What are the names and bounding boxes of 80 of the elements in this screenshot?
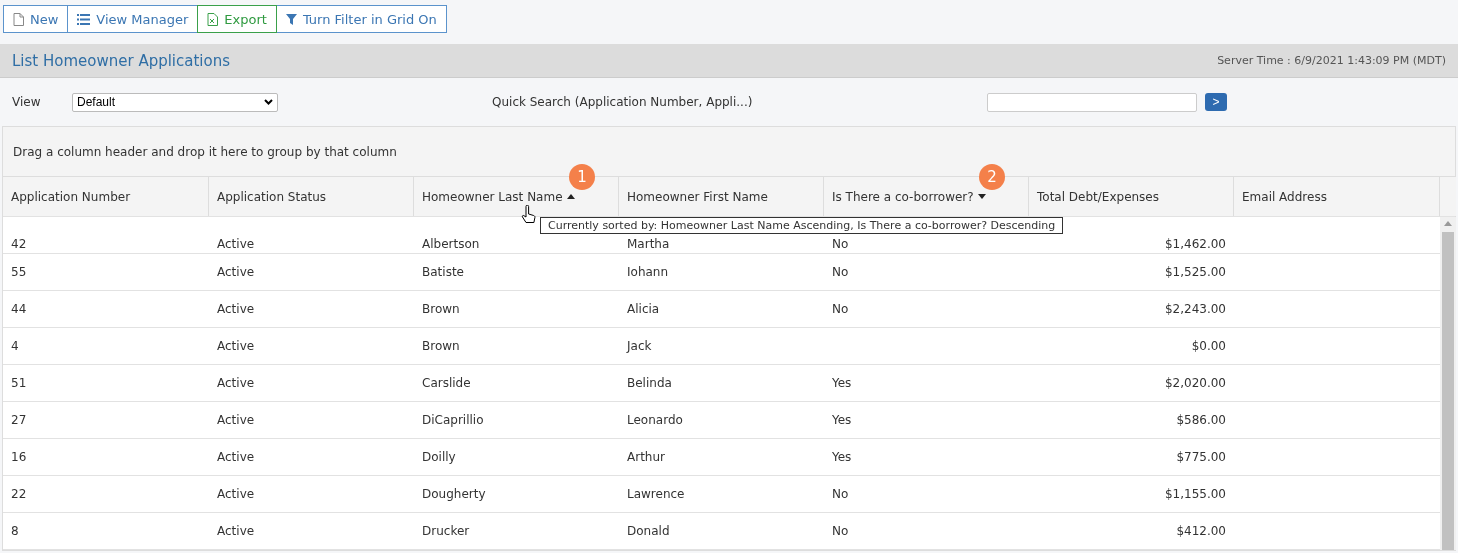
table-cell-text: Batiste [421, 264, 465, 281]
table-cell-text: Donald [626, 523, 671, 540]
table-cell-text: $1,462.00 [1163, 235, 1227, 253]
table-cell-text: 44 [10, 301, 28, 318]
list-icon [77, 13, 91, 25]
table-cell-text: $2,020.00 [1163, 375, 1227, 392]
column-header[interactable]: Application Status [209, 177, 414, 216]
table-cell-text: Active [216, 264, 256, 281]
toolbar-button[interactable]: Turn Filter in Grid On [275, 5, 447, 33]
sort-tooltip: Currently sorted by: Homeowner Last Name Ascending, Is There a co-borrower? Descending [540, 217, 1064, 234]
quick-search-field[interactable] [987, 92, 1197, 112]
table-cell-text: Active [216, 523, 256, 540]
table-cell-text: $775.00 [1175, 449, 1227, 466]
quick-search-label: Quick Search (Application Number, Appli...) [492, 95, 754, 109]
table-cell-text: Belinda [626, 375, 673, 392]
group-by-hint: Drag a column header and drop it here to group by that column [13, 144, 397, 159]
table-cell-text: Active [216, 338, 256, 355]
table-cell-text: No [831, 301, 850, 318]
view-label: View [12, 95, 42, 109]
table-cell-text: Alicia [626, 301, 661, 318]
table-cell-text: 22 [10, 486, 28, 503]
table-cell-text: Martha [626, 235, 671, 253]
table-cell-text: Active [216, 486, 256, 503]
chevron-down-icon [264, 99, 273, 105]
table-cell-text: Active [216, 301, 256, 318]
table-cell-text: Yes [831, 449, 853, 466]
scroll-up-icon[interactable] [1444, 221, 1452, 226]
table-cell-text: Active [216, 449, 256, 466]
table-cell-text: Yes [831, 412, 853, 429]
table-cell-text: Leonardo [626, 412, 684, 429]
table-cell-text: $586.00 [1175, 412, 1227, 429]
table-cell-text: No [831, 486, 850, 503]
scrollbar-thumb[interactable] [1442, 232, 1454, 550]
table-cell-text: DiCaprillio [421, 412, 485, 429]
table-cell-text: $1,525.00 [1163, 264, 1227, 281]
table-cell-text: Lawrence [626, 486, 686, 503]
table-cell-text: 8 [10, 523, 20, 540]
table-cell-text: Drucker [421, 523, 471, 540]
table-cell-text: $1,155.00 [1163, 486, 1227, 503]
filter-icon [285, 13, 297, 25]
table-cell-text: 55 [10, 264, 28, 281]
table-cell-text: $412.00 [1175, 523, 1227, 540]
table-cell-text: Iohann [626, 264, 670, 281]
toolbar-button[interactable]: New [3, 5, 69, 33]
server-time: Server Time : 6/9/2021 1:43:09 PM (MDT) [1217, 54, 1446, 67]
toolbar-button[interactable]: Export [197, 5, 277, 33]
column-header[interactable]: Application Number [3, 177, 209, 216]
spreadsheet-icon [207, 12, 219, 26]
table-cell-text: Carslide [421, 375, 472, 392]
toolbar-button[interactable]: View Manager [67, 5, 199, 33]
column-header[interactable]: Homeowner First Name [619, 177, 824, 216]
table-cell-text: $2,243.00 [1163, 301, 1227, 318]
table-cell-text: Albertson [421, 235, 481, 253]
table-cell-text: Arthur [626, 449, 666, 466]
page-title: List Homeowner Applications [12, 51, 231, 70]
hand-cursor-icon [521, 205, 537, 225]
table-cell-text: Yes [831, 375, 853, 392]
column-header[interactable]: Email Address [1234, 177, 1440, 216]
table-cell-text: Active [216, 235, 256, 253]
table-cell-text: Brown [421, 338, 461, 355]
table-cell-text: 27 [10, 412, 28, 429]
table-cell-text: 42 [10, 235, 28, 253]
table-cell-text: Active [216, 375, 256, 392]
table-cell-text: $0.00 [1190, 338, 1227, 355]
table-cell-text: Jack [625, 338, 653, 355]
search-go-button[interactable]: > [1205, 93, 1227, 111]
view-dropdown[interactable]: Default [72, 92, 278, 112]
table-cell-text: 16 [10, 449, 28, 466]
table-cell-text: 51 [10, 375, 28, 392]
table-cell-text: 4 [10, 338, 20, 355]
table-cell-text: No [831, 523, 850, 540]
table-cell-text: No [831, 235, 850, 253]
table-cell-text: Doilly [421, 449, 457, 466]
column-header[interactable]: Total Debt/Expenses [1029, 177, 1234, 216]
table-cell-text: Brown [421, 301, 461, 318]
table-cell-text: Active [216, 412, 256, 429]
table-cell-text: No [831, 264, 850, 281]
document-icon [13, 12, 24, 26]
table-cell-text: Dougherty [421, 486, 487, 503]
scrollbar[interactable] [1440, 217, 1456, 550]
